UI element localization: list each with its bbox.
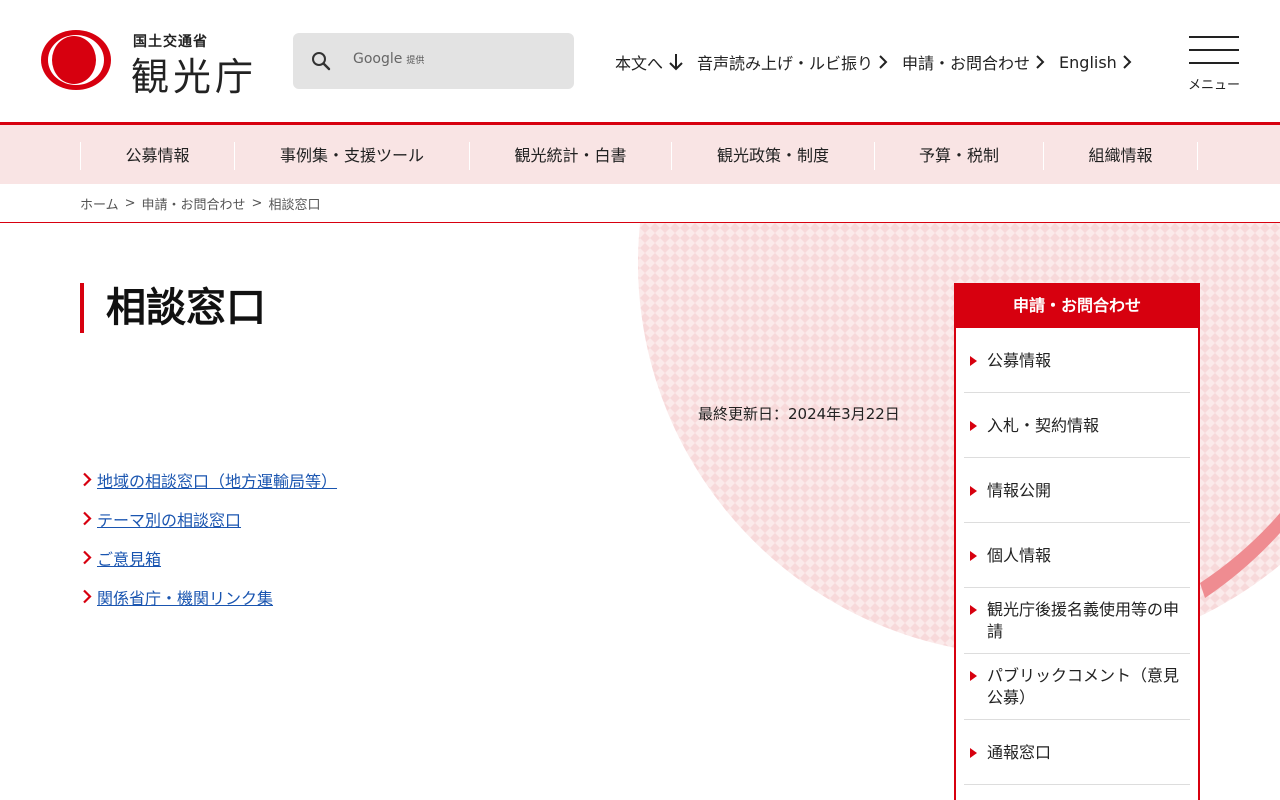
chevron-right-icon bbox=[83, 511, 92, 526]
side-item-kouen-meigi[interactable]: 観光庁後援名義使用等の申 請 bbox=[964, 588, 1190, 654]
content-link-list: 地域の相談窓口（地方運輸局等） テーマ別の相談窓口 ご意見箱 関係省庁・機関リン… bbox=[82, 460, 337, 616]
triangle-right-icon bbox=[970, 356, 977, 366]
chevron-right-icon bbox=[879, 55, 888, 69]
hamburger-icon-line bbox=[1189, 62, 1239, 64]
chevron-right-icon bbox=[83, 589, 92, 604]
text-to-speech-label: 音声読み上げ・ルビ振り bbox=[697, 54, 874, 73]
menu-label: メニュー bbox=[1188, 78, 1241, 93]
side-item-label-cont: 請 bbox=[987, 622, 1004, 641]
regional-consultation-link[interactable]: 地域の相談窓口（地方運輸局等） bbox=[97, 468, 337, 492]
side-item-public-comment[interactable]: パブリックコメント（意見 公募） bbox=[964, 654, 1190, 720]
triangle-right-icon bbox=[970, 605, 977, 615]
side-item-tsuho[interactable]: 通報窓口 bbox=[964, 720, 1190, 785]
nav-divider bbox=[1197, 142, 1198, 170]
side-item-label: 入札・契約情報 bbox=[987, 416, 1100, 435]
utility-links: 本文へ 音声読み上げ・ルビ振り 申請・お問合わせ English bbox=[615, 50, 1132, 74]
breadcrumb-separator: > bbox=[251, 196, 263, 211]
opinion-box-link[interactable]: ご意見箱 bbox=[97, 546, 161, 570]
nav-item-yosan[interactable]: 予算・税制 bbox=[875, 141, 1043, 171]
hamburger-icon bbox=[1189, 36, 1239, 38]
side-item-label: パブリックコメント（意見 bbox=[987, 666, 1180, 685]
skip-to-content-label: 本文へ bbox=[615, 54, 664, 73]
side-item-label: 観光庁後援名義使用等の申 bbox=[987, 600, 1180, 619]
triangle-right-icon bbox=[970, 551, 977, 561]
nav-item-toukei[interactable]: 観光統計・白書 bbox=[470, 141, 671, 171]
breadcrumb-separator: > bbox=[124, 196, 136, 211]
global-nav: 公募情報 事例集・支援ツール 観光統計・白書 観光政策・制度 予算・税制 組織情… bbox=[0, 122, 1280, 184]
link-item[interactable]: 地域の相談窓口（地方運輸局等） bbox=[82, 460, 337, 499]
nav-item-jirei[interactable]: 事例集・支援ツール bbox=[235, 141, 469, 171]
side-menu: 申請・お問合わせ 公募情報 入札・契約情報 情報公開 個人情報 観光庁後援名義使… bbox=[954, 283, 1200, 800]
triangle-right-icon bbox=[970, 671, 977, 681]
menu-button[interactable]: メニュー bbox=[1188, 34, 1241, 93]
nav-item-seisaku[interactable]: 観光政策・制度 bbox=[672, 141, 874, 171]
contact-link[interactable]: 申請・お問合わせ bbox=[902, 50, 1045, 74]
side-item-nyusatsu[interactable]: 入札・契約情報 bbox=[964, 393, 1190, 458]
link-item[interactable]: 関係省庁・機関リンク集 bbox=[82, 577, 337, 616]
link-item[interactable]: ご意見箱 bbox=[82, 538, 337, 577]
hamburger-icon-line bbox=[1189, 49, 1239, 51]
triangle-right-icon bbox=[970, 486, 977, 496]
side-item-koubo[interactable]: 公募情報 bbox=[964, 328, 1190, 393]
english-label: English bbox=[1059, 52, 1117, 72]
side-item-label: 公募情報 bbox=[987, 351, 1052, 370]
side-item-label: 個人情報 bbox=[987, 546, 1052, 565]
side-item-label: 情報公開 bbox=[987, 481, 1052, 500]
text-to-speech-link[interactable]: 音声読み上げ・ルビ振り bbox=[697, 50, 888, 74]
search-provider-suffix: 提供 bbox=[406, 56, 425, 66]
side-menu-heading[interactable]: 申請・お問合わせ bbox=[954, 283, 1200, 328]
search-input[interactable]: Google 提供 bbox=[293, 33, 574, 89]
page-title: 相談窓口 bbox=[80, 283, 266, 333]
breadcrumb-home[interactable]: ホーム bbox=[80, 194, 119, 213]
skip-to-content-link[interactable]: 本文へ bbox=[615, 50, 683, 74]
side-item-johokokai[interactable]: 情報公開 bbox=[964, 458, 1190, 523]
triangle-right-icon bbox=[970, 421, 977, 431]
chevron-right-icon bbox=[83, 550, 92, 565]
chevron-right-icon bbox=[83, 472, 92, 487]
related-agencies-link[interactable]: 関係省庁・機関リンク集 bbox=[97, 585, 273, 609]
breadcrumb-current: 相談窓口 bbox=[268, 198, 321, 213]
contact-label: 申請・お問合わせ bbox=[902, 54, 1031, 73]
search-placeholder: Google 提供 bbox=[353, 51, 424, 67]
chevron-right-icon bbox=[1123, 55, 1132, 69]
site-header: 国土交通省 観光庁 Google 提供 本文へ 音声読み上げ・ルビ振り 申請・お問… bbox=[0, 0, 1280, 122]
chevron-right-icon bbox=[1036, 55, 1045, 69]
breadcrumb-divider bbox=[0, 222, 1280, 223]
last-updated: 最終更新日：2024年3月22日 bbox=[698, 405, 900, 423]
side-item-label: 通報窓口 bbox=[987, 743, 1052, 762]
arrow-down-icon bbox=[669, 54, 683, 71]
site-logo-text[interactable]: 観光庁 bbox=[131, 46, 257, 101]
theme-consultation-link[interactable]: テーマ別の相談窓口 bbox=[97, 507, 241, 531]
search-icon[interactable] bbox=[311, 51, 331, 71]
side-item-label-cont: 公募） bbox=[987, 688, 1036, 707]
nav-item-koubo[interactable]: 公募情報 bbox=[81, 141, 234, 171]
triangle-right-icon bbox=[970, 748, 977, 758]
link-item[interactable]: テーマ別の相談窓口 bbox=[82, 499, 337, 538]
search-provider-label: Google bbox=[353, 51, 403, 67]
nav-item-soshiki[interactable]: 組織情報 bbox=[1044, 141, 1197, 171]
breadcrumb: ホーム > 申請・お問合わせ > 相談窓口 bbox=[80, 194, 320, 213]
logo-icon[interactable] bbox=[40, 29, 112, 91]
breadcrumb-contact[interactable]: 申請・お問合わせ bbox=[142, 194, 246, 213]
side-item-kojinjoho[interactable]: 個人情報 bbox=[964, 523, 1190, 588]
english-link[interactable]: English bbox=[1059, 53, 1132, 72]
